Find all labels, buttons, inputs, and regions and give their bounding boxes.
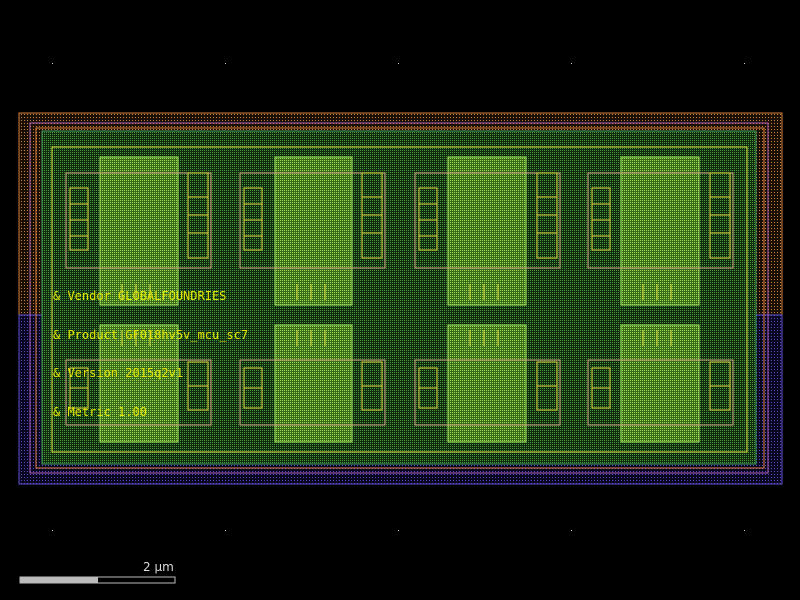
product-label: & Product GF018hv5v_mcu_sc7 bbox=[53, 328, 248, 342]
grid-dot bbox=[225, 530, 226, 531]
gate-poly-top bbox=[620, 156, 700, 306]
gate-poly-bottom bbox=[447, 324, 527, 443]
grid-dot bbox=[571, 63, 572, 64]
grid-dot bbox=[744, 530, 745, 531]
grid-dot bbox=[52, 530, 53, 531]
grid-dot bbox=[52, 63, 53, 64]
layout-viewer-canvas[interactable]: & Vendor GLOBALFOUNDRIES & Product GF018… bbox=[0, 0, 800, 600]
gate-poly-bottom bbox=[620, 324, 700, 443]
grid-dot bbox=[225, 63, 226, 64]
gate-poly-top bbox=[99, 156, 179, 306]
scale-bar-fill bbox=[20, 577, 98, 583]
version-label: & Version 2015q2v1 bbox=[53, 366, 183, 380]
grid-dot bbox=[398, 63, 399, 64]
gate-poly-bottom bbox=[274, 324, 353, 443]
cell-layout-drawing[interactable]: & Vendor GLOBALFOUNDRIES & Product GF018… bbox=[0, 0, 800, 600]
grid-dot bbox=[571, 530, 572, 531]
scale-bar-label: 2 µm bbox=[143, 560, 174, 574]
metric-label: & Metric 1.00 bbox=[53, 405, 147, 419]
gate-poly-top bbox=[274, 156, 353, 306]
grid-dot bbox=[744, 63, 745, 64]
scale-bar: 2 µm bbox=[19, 560, 176, 584]
gate-poly-bottom bbox=[99, 324, 179, 443]
grid-dot bbox=[398, 530, 399, 531]
gate-poly-top bbox=[447, 156, 527, 306]
vendor-label: & Vendor GLOBALFOUNDRIES bbox=[53, 289, 226, 303]
